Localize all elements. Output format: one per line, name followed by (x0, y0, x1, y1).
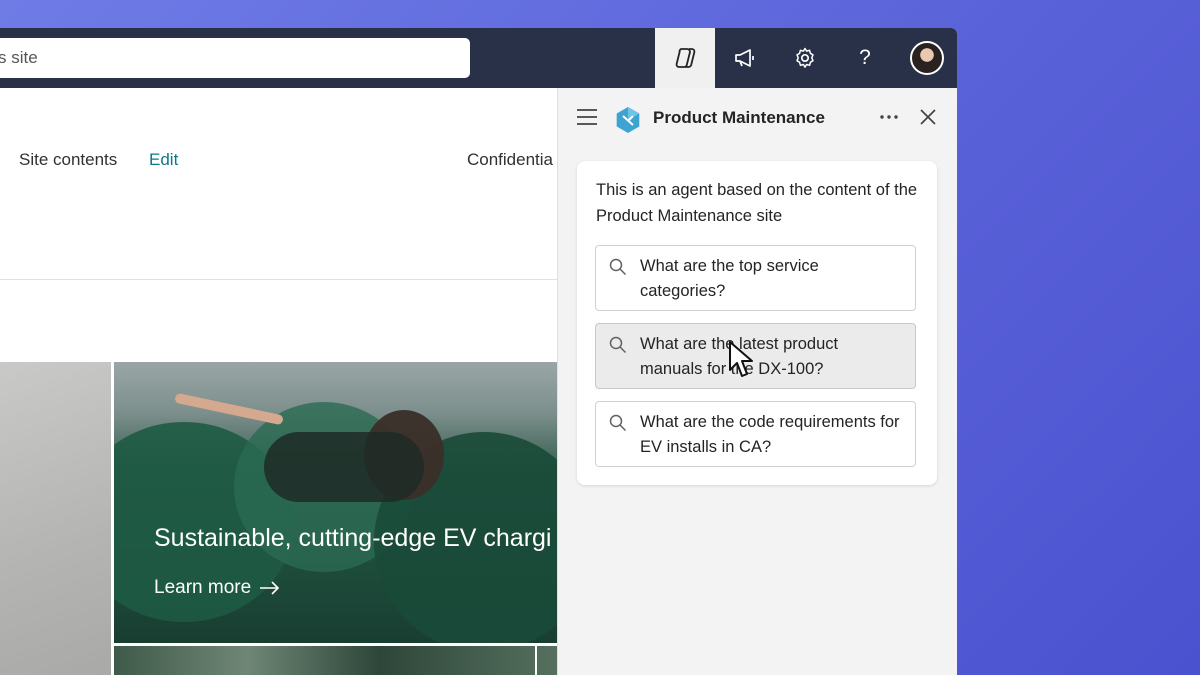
hero-banner[interactable]: Sustainable, cutting-edge EV chargi Lear… (114, 362, 557, 643)
copilot-button[interactable] (655, 28, 715, 88)
search-placeholder: s site (0, 48, 38, 67)
agent-pane-header: Product Maintenance (558, 88, 957, 150)
agent-pane: Product Maintenance This is an agent bas… (557, 88, 957, 675)
agent-description: This is an agent based on the content of… (596, 181, 918, 225)
account-button[interactable] (897, 28, 957, 88)
more-options-icon[interactable] (878, 106, 900, 128)
browser-window: s site ? Site contents Edit Confidentia … (0, 28, 957, 675)
agent-welcome-card: This is an agent based on the content of… (577, 161, 937, 485)
site-page: Site contents Edit Confidentia Sustainab… (0, 88, 557, 675)
tile-image (114, 646, 557, 675)
search-icon (609, 336, 627, 354)
search-icon (609, 414, 627, 432)
suggestion-prompt[interactable]: What are the top service categories? (595, 245, 916, 311)
agent-logo-icon (616, 107, 640, 133)
learn-more-link[interactable]: Learn more (154, 577, 281, 599)
help-button[interactable]: ? (835, 28, 895, 88)
arrow-right-icon (260, 581, 280, 595)
learn-more-label: Learn more (154, 577, 252, 598)
hero-arm (174, 392, 284, 426)
gear-icon (796, 47, 814, 68)
suggestion-text: What are the top service categories? (640, 257, 819, 300)
suggestion-prompt[interactable]: What are the latest product manuals for … (595, 323, 916, 389)
suggestion-text: What are the latest product manuals for … (640, 335, 839, 378)
mouse-cursor-icon (729, 341, 753, 377)
divider (535, 646, 537, 675)
agent-title: Product Maintenance (653, 108, 825, 127)
nav-edit[interactable]: Edit (149, 150, 178, 170)
suggestion-prompt[interactable]: What are the code requirements for EV in… (595, 401, 916, 467)
divider (0, 279, 557, 280)
search-input[interactable]: s site (0, 38, 470, 78)
suggestion-text: What are the code requirements for EV in… (640, 413, 900, 456)
tile-image (0, 362, 111, 675)
copilot-icon (675, 48, 696, 68)
nav-site-contents[interactable]: Site contents (19, 150, 117, 170)
close-icon[interactable] (919, 108, 937, 126)
suite-header: s site ? (0, 28, 957, 88)
settings-button[interactable] (775, 28, 835, 88)
sensitivity-label: Confidentia (467, 150, 554, 169)
help-icon: ? (859, 46, 871, 69)
hero-title: Sustainable, cutting-edge EV chargi (154, 524, 552, 552)
megaphone-icon (735, 49, 754, 67)
avatar (910, 41, 944, 75)
announcements-button[interactable] (715, 28, 775, 88)
search-icon (609, 258, 627, 276)
hamburger-menu-icon[interactable] (576, 108, 598, 126)
